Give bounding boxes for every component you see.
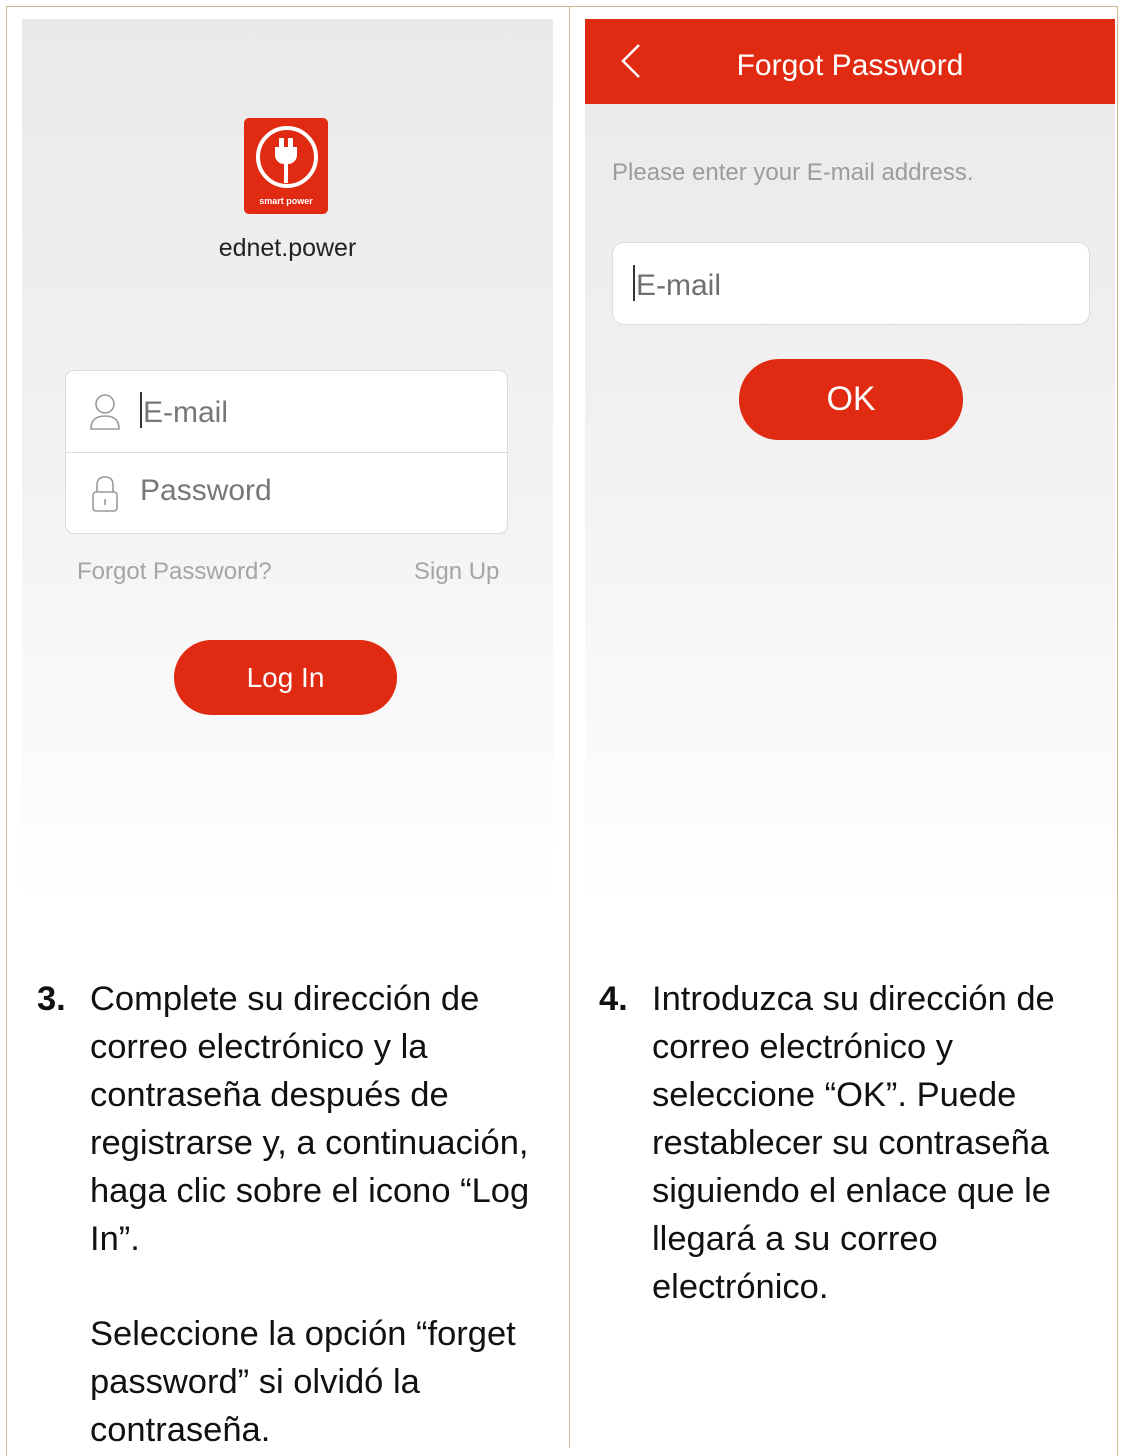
login-screen: smart power ednet.power E-mail Password … [22,19,553,905]
email-field[interactable]: E-mail [66,371,507,453]
email-placeholder: E-mail [143,396,229,429]
email-prompt: Please enter your E-mail address. [612,159,974,186]
lock-icon [92,476,118,512]
login-form: E-mail Password [65,370,508,534]
column-divider [569,6,570,1448]
password-placeholder: Password [140,474,272,507]
login-button[interactable]: Log In [174,640,397,715]
text-cursor [633,265,635,301]
text-cursor [140,392,142,428]
top-bar: Forgot Password [585,19,1115,104]
step-text: Complete su dirección de correo electrón… [90,980,530,1258]
sign-up-link[interactable]: Sign Up [414,558,499,586]
step-number: 3. [37,980,66,1018]
ok-button[interactable]: OK [739,359,963,440]
app-logo: smart power [244,118,328,214]
user-icon [90,394,120,430]
page-title: Forgot Password [736,49,964,82]
step-3-note: Seleccione la opción “forget password” s… [90,1315,516,1449]
email-placeholder: E-mail [636,269,722,302]
step-number: 4. [599,980,628,1018]
forgot-password-screen: Forgot Password Please enter your E-mail… [585,19,1115,905]
app-name: ednet.power [218,234,357,262]
forgot-password-link[interactable]: Forgot Password? [77,558,272,586]
email-input[interactable]: E-mail [612,242,1090,325]
step-text: Introduzca su dirección de correo electr… [652,980,1055,1306]
logo-text: smart power [259,196,313,206]
password-field[interactable]: Password [66,453,507,534]
